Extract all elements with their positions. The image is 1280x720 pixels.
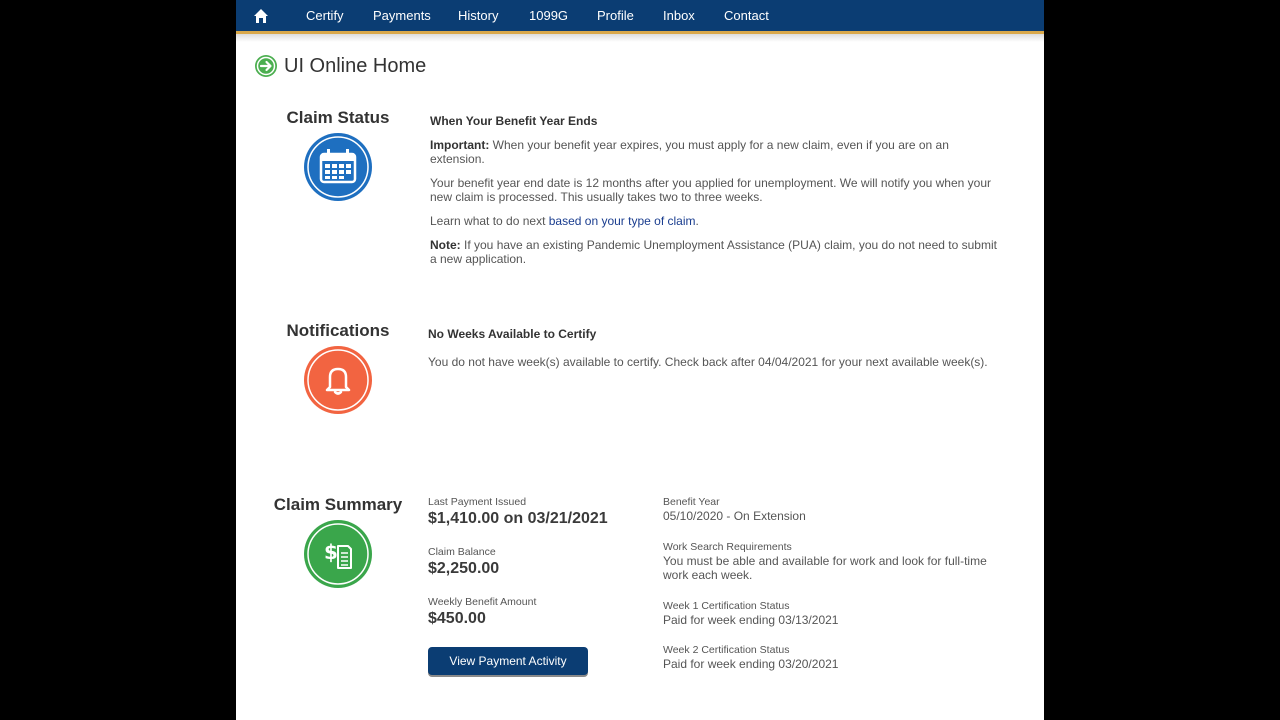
nav-inbox[interactable]: Inbox [663,8,695,23]
weekly-benefit-label: Weekly Benefit Amount [428,596,537,608]
top-navigation: Certify Payments History 1099G Profile I… [236,0,1044,34]
important-paragraph: Important: When your benefit year expire… [430,138,1000,166]
page-container: Certify Payments History 1099G Profile I… [236,0,1044,720]
note-label: Note: [430,238,461,252]
week2-status-label: Week 2 Certification Status [663,644,790,656]
claim-balance-value: $2,250.00 [428,560,500,577]
last-payment-value: $1,410.00 on 03/21/2021 [428,510,608,527]
view-payment-activity-button[interactable]: View Payment Activity [428,647,588,675]
no-weeks-text: You do not have week(s) available to cer… [428,355,988,369]
benefit-year-value: 05/10/2020 - On Extension [663,509,806,523]
nav-1099g[interactable]: 1099G [529,8,568,23]
arrow-right-circle-icon [255,55,277,77]
note-text: If you have an existing Pandemic Unemplo… [430,238,997,266]
svg-text:$: $ [324,540,338,564]
nav-certify[interactable]: Certify [306,8,344,23]
important-text: When your benefit year expires, you must… [430,138,949,166]
claim-type-link[interactable]: based on your type of claim [549,214,696,228]
notifications-title: Notifications [286,321,390,340]
nav-history[interactable]: History [458,8,498,23]
last-payment-label: Last Payment Issued [428,496,527,508]
nav-payments[interactable]: Payments [373,8,431,23]
claim-summary-title: Claim Summary [273,495,403,514]
no-weeks-heading: No Weeks Available to Certify [428,327,597,341]
bell-icon [304,346,372,414]
learn-suffix: . [695,214,699,228]
dollar-document-icon: $ [304,520,372,588]
nav-shadow [236,34,1044,42]
benefit-year-heading: When Your Benefit Year Ends [430,114,598,128]
home-icon[interactable] [253,8,269,24]
benefit-year-label: Benefit Year [663,496,720,508]
benefit-end-paragraph: Your benefit year end date is 12 months … [430,176,991,204]
nav-contact[interactable]: Contact [724,8,769,23]
learn-next-paragraph: Learn what to do next based on your type… [430,214,1000,228]
page-title: UI Online Home [284,55,427,77]
claim-status-title: Claim Status [286,108,390,127]
work-search-label: Work Search Requirements [663,541,792,553]
learn-prefix: Learn what to do next [430,214,549,228]
weekly-benefit-value: $450.00 [428,610,486,627]
week1-status-value: Paid for week ending 03/13/2021 [663,613,839,627]
week2-status-value: Paid for week ending 03/20/2021 [663,657,839,671]
claim-balance-label: Claim Balance [428,546,496,558]
week1-status-label: Week 1 Certification Status [663,600,790,612]
important-label: Important: [430,138,490,152]
calendar-icon [304,133,372,201]
note-paragraph: Note: If you have an existing Pandemic U… [430,238,1000,266]
nav-profile[interactable]: Profile [597,8,634,23]
work-search-value: You must be able and available for work … [663,554,987,582]
